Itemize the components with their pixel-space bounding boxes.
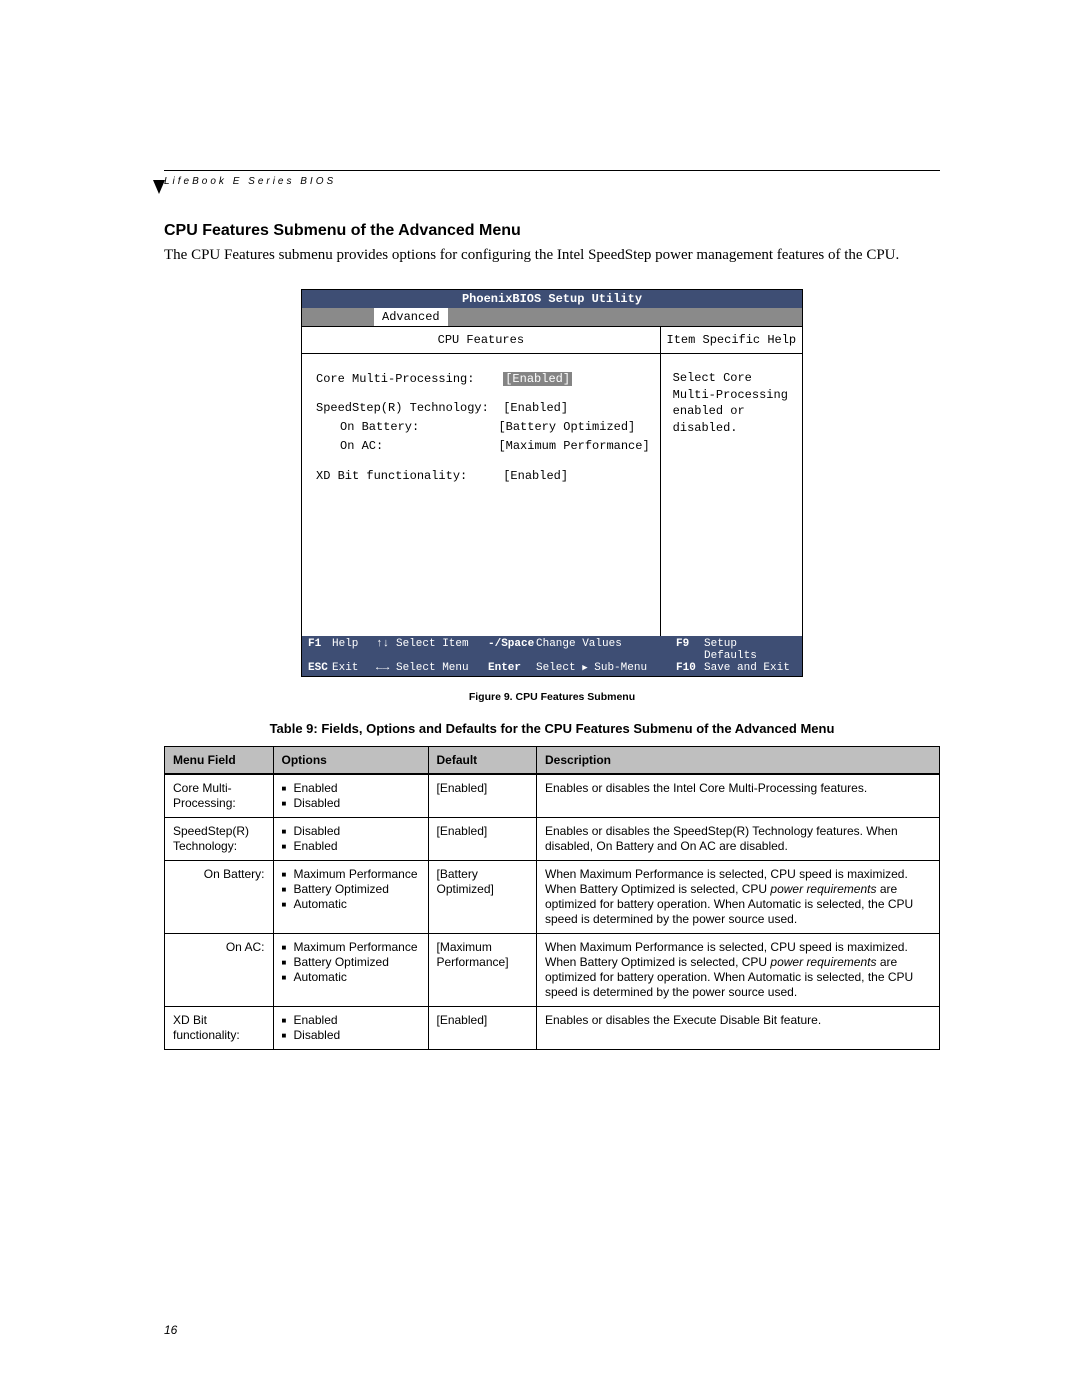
bios-field-row[interactable]: Core Multi-Processing: [Enabled]	[316, 370, 650, 389]
bios-field-label: Core Multi-Processing:	[316, 372, 503, 386]
bios-field-row[interactable]: SpeedStep(R) Technology: [Enabled]	[316, 399, 650, 418]
bios-title: PhoenixBIOS Setup Utility	[302, 290, 802, 308]
bios-help-text: Select Core Multi-Processing enabled or …	[661, 354, 802, 636]
table-row: On AC:Maximum PerformanceBattery Optimiz…	[165, 933, 940, 1006]
table-header-row: Menu Field Options Default Description	[165, 746, 940, 774]
cell-description: When Maximum Performance is selected, CP…	[537, 933, 940, 1006]
bios-field-value[interactable]: [Enabled]	[503, 401, 568, 415]
bios-field-row[interactable]: On Battery: [Battery Optimized]	[316, 418, 650, 437]
cell-menu-field: On AC:	[165, 933, 274, 1006]
option-item: Disabled	[294, 796, 420, 811]
cell-options: DisabledEnabled	[273, 817, 428, 860]
key-f1[interactable]: F1	[308, 638, 332, 662]
hint-help: Help	[332, 638, 376, 662]
cell-default: [Enabled]	[428, 817, 537, 860]
bios-field-label: On AC:	[340, 439, 498, 453]
bios-spacer	[316, 457, 650, 467]
bios-window: PhoenixBIOS Setup Utility Advanced CPU F…	[301, 289, 803, 677]
bios-field-row[interactable]: On AC: [Maximum Performance]	[316, 437, 650, 456]
hint-select-item: Select Item	[396, 638, 488, 662]
cell-description: Enables or disables the Intel Core Multi…	[537, 774, 940, 818]
bios-field-label: On Battery:	[340, 420, 498, 434]
hint-save-exit: Save and Exit	[704, 662, 796, 674]
running-head: LifeBook E Series BIOS	[164, 176, 940, 187]
cell-menu-field: Core Multi-Processing:	[165, 774, 274, 818]
bios-right-header: Item Specific Help	[661, 327, 802, 354]
figure-caption: Figure 9. CPU Features Submenu	[164, 691, 940, 703]
option-item: Disabled	[294, 1028, 420, 1043]
hint-setup-defaults: Setup Defaults	[704, 638, 796, 662]
arrows-leftright-icon: ←→	[376, 662, 396, 674]
hint-select-submenu: Select ▶ Sub-Menu	[536, 662, 676, 674]
page-number: 16	[164, 1323, 177, 1337]
option-item: Automatic	[294, 970, 420, 985]
col-menu-field: Menu Field	[165, 746, 274, 774]
option-item: Automatic	[294, 897, 420, 912]
bios-field-value[interactable]: [Enabled]	[503, 372, 572, 386]
cell-options: Maximum PerformanceBattery OptimizedAuto…	[273, 860, 428, 933]
col-options: Options	[273, 746, 428, 774]
bios-tab-advanced[interactable]: Advanced	[374, 308, 448, 326]
cell-options: EnabledDisabled	[273, 774, 428, 818]
cell-description: Enables or disables the SpeedStep(R) Tec…	[537, 817, 940, 860]
bios-tab-bar: Advanced	[302, 308, 802, 326]
cell-description: Enables or disables the Execute Disable …	[537, 1006, 940, 1049]
hint-exit: Exit	[332, 662, 376, 674]
option-item: Enabled	[294, 1013, 420, 1028]
cell-default: [Battery Optimized]	[428, 860, 537, 933]
cell-default: [Maximum Performance]	[428, 933, 537, 1006]
key-esc[interactable]: ESC	[308, 662, 332, 674]
bios-footer-row-2: ESC Exit ←→ Select Menu Enter Select ▶ S…	[308, 662, 796, 674]
bios-field-value[interactable]: [Enabled]	[503, 469, 568, 483]
table-row: Core Multi-Processing:EnabledDisabled[En…	[165, 774, 940, 818]
col-description: Description	[537, 746, 940, 774]
key-space[interactable]: -/Space	[488, 638, 536, 662]
bios-left-pane: CPU Features Core Multi-Processing: [Ena…	[302, 327, 661, 636]
bios-footer: F1 Help ↑↓ Select Item -/Space Change Va…	[302, 636, 802, 676]
page: LifeBook E Series BIOS 16 CPU Features S…	[0, 0, 1080, 1397]
bios-field-label: SpeedStep(R) Technology:	[316, 401, 503, 415]
table-row: SpeedStep(R) Technology:DisabledEnabled[…	[165, 817, 940, 860]
key-f9[interactable]: F9	[676, 638, 704, 662]
bios-field-value[interactable]: [Battery Optimized]	[498, 420, 635, 434]
cell-default: [Enabled]	[428, 774, 537, 818]
key-f10[interactable]: F10	[676, 662, 704, 674]
bios-field-row[interactable]: XD Bit functionality: [Enabled]	[316, 467, 650, 486]
bios-right-pane: Item Specific Help Select Core Multi-Pro…	[661, 327, 802, 636]
bios-footer-row-1: F1 Help ↑↓ Select Item -/Space Change Va…	[308, 638, 796, 662]
cell-default: [Enabled]	[428, 1006, 537, 1049]
option-item: Battery Optimized	[294, 955, 420, 970]
option-item: Maximum Performance	[294, 867, 420, 882]
bios-field-label: XD Bit functionality:	[316, 469, 503, 483]
col-default: Default	[428, 746, 537, 774]
section-intro: The CPU Features submenu provides option…	[164, 246, 940, 265]
section-title: CPU Features Submenu of the Advanced Men…	[164, 222, 940, 240]
content: CPU Features Submenu of the Advanced Men…	[164, 222, 940, 1050]
options-table: Menu Field Options Default Description C…	[164, 746, 940, 1050]
option-item: Battery Optimized	[294, 882, 420, 897]
bios-field-value[interactable]: [Maximum Performance]	[498, 439, 649, 453]
option-item: Disabled	[294, 824, 420, 839]
cell-description: When Maximum Performance is selected, CP…	[537, 860, 940, 933]
cell-options: Maximum PerformanceBattery OptimizedAuto…	[273, 933, 428, 1006]
table-row: XD Bit functionality:EnabledDisabled[Ena…	[165, 1006, 940, 1049]
bios-form: Core Multi-Processing: [Enabled]SpeedSte…	[302, 354, 660, 630]
option-item: Enabled	[294, 781, 420, 796]
option-item: Enabled	[294, 839, 420, 854]
bios-spacer	[316, 389, 650, 399]
key-enter[interactable]: Enter	[488, 662, 536, 674]
cell-options: EnabledDisabled	[273, 1006, 428, 1049]
page-rule	[164, 170, 940, 171]
cell-menu-field: XD Bit functionality:	[165, 1006, 274, 1049]
cell-menu-field: On Battery:	[165, 860, 274, 933]
bios-left-header: CPU Features	[302, 327, 660, 354]
table-caption: Table 9: Fields, Options and Defaults fo…	[164, 721, 940, 736]
table-row: On Battery:Maximum PerformanceBattery Op…	[165, 860, 940, 933]
cell-menu-field: SpeedStep(R) Technology:	[165, 817, 274, 860]
option-item: Maximum Performance	[294, 940, 420, 955]
hint-select-menu: Select Menu	[396, 662, 488, 674]
hint-change-values: Change Values	[536, 638, 676, 662]
arrows-updown-icon: ↑↓	[376, 638, 396, 662]
